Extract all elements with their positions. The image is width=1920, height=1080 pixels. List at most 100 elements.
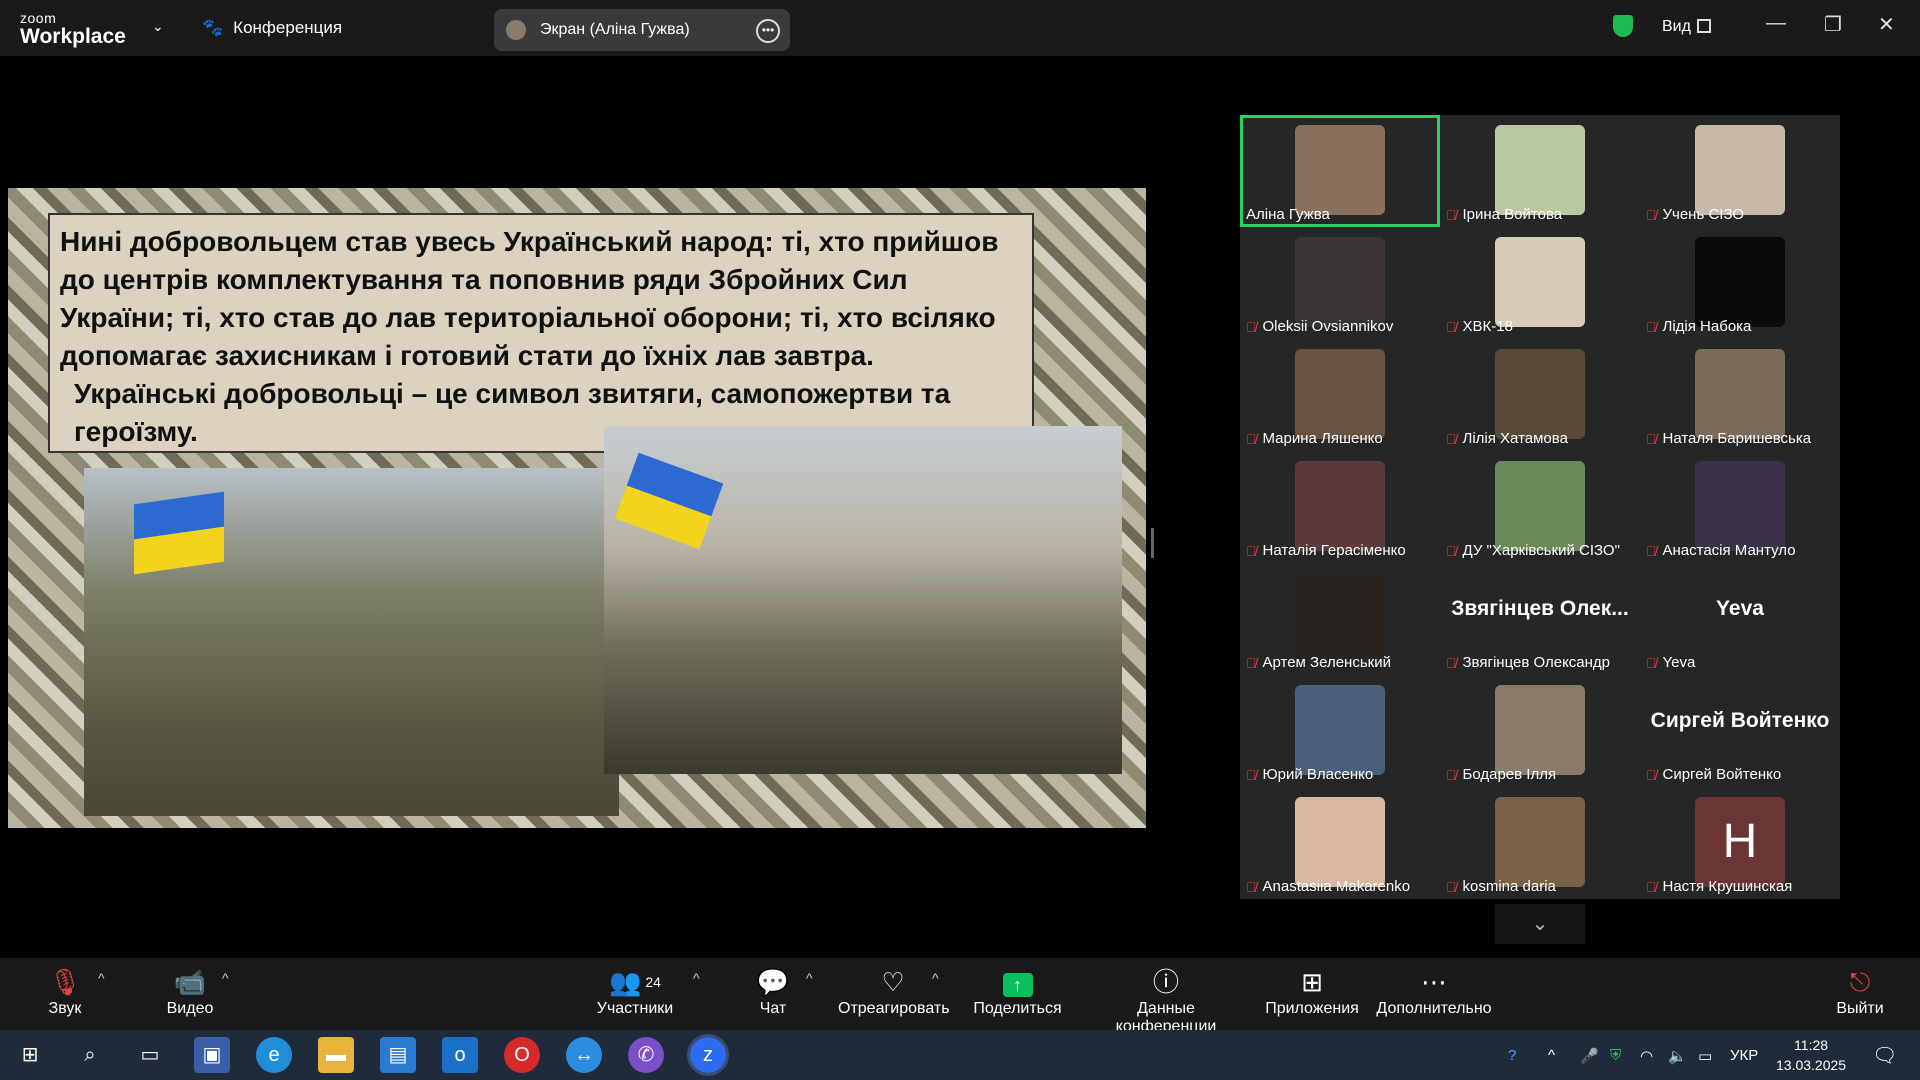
participant-tile[interactable]: 🎙̸ Юрий Власенко [1240, 675, 1440, 787]
participant-name-label: 🎙̸ Звягінцев Олександр [1446, 654, 1610, 671]
wifi-icon[interactable]: ◠ [1640, 1047, 1653, 1065]
participant-tile[interactable]: Звягінцев Олек... 🎙̸ Звягінцев Олександр [1440, 563, 1640, 675]
mic-muted-icon: 🎙̸ [1446, 318, 1457, 335]
react-label: Отреагировать [838, 1000, 950, 1017]
volunteers-photo [604, 426, 1122, 774]
zoom-taskbar-icon[interactable]: z [687, 1034, 729, 1076]
participant-name-label: 🎙̸ Anastasiia Makarenko [1246, 878, 1410, 895]
edge-browser-icon[interactable]: e [256, 1037, 292, 1073]
windows-start-icon[interactable]: ⊞ [12, 1037, 48, 1073]
participant-tile[interactable]: 🎙̸ ХВК-18 [1440, 227, 1640, 339]
participant-name: Артем Зеленський [1262, 654, 1391, 671]
file-explorer-icon[interactable]: ▬ [318, 1037, 354, 1073]
participant-tile[interactable]: 🎙̸ Лідія Набока [1640, 227, 1840, 339]
search-icon[interactable]: ⌕ [72, 1037, 108, 1073]
participant-tile[interactable]: 🎙̸ Учень СІЗО [1640, 115, 1840, 227]
language-indicator[interactable]: УКР [1730, 1047, 1758, 1064]
participant-tile[interactable]: 🎙̸ Наталія Герасіменко [1240, 451, 1440, 563]
share-screen-button[interactable]: ↑ Поделиться [970, 964, 1065, 1018]
taskbar-clock[interactable]: 11:28 13.03.2025 [1776, 1035, 1846, 1075]
participant-name: Бодарев Ілля [1462, 766, 1557, 783]
participant-name-label: 🎙̸ Ірина Войтова [1446, 206, 1562, 223]
chevron-down-icon[interactable]: ⌄ [152, 18, 164, 35]
participant-video [1695, 349, 1785, 439]
participant-video [1495, 125, 1585, 215]
mic-muted-icon: 🎙̸ [1646, 206, 1657, 223]
participant-name-label: 🎙̸ Настя Крушинская [1646, 878, 1792, 895]
panel-splitter[interactable] [1151, 528, 1154, 558]
mic-muted-icon: 🎙̸ [1646, 878, 1657, 895]
participant-tile[interactable]: 🎙̸ ДУ "Харківський СІЗО" [1440, 451, 1640, 563]
help-icon[interactable]: ? [1508, 1047, 1516, 1064]
participant-tile[interactable]: 🎙̸ Артем Зеленський [1240, 563, 1440, 675]
mic-muted-icon: 🎙̸ [1446, 206, 1457, 223]
minimize-icon[interactable]: — [1766, 12, 1786, 35]
screen-share-pill[interactable]: Экран (Аліна Гужва) ••• [494, 9, 790, 51]
chat-button[interactable]: 💬 Чат [748, 964, 798, 1018]
participant-tile[interactable]: 🎙̸ Ірина Войтова [1440, 115, 1640, 227]
video-button[interactable]: 📹 Видео [155, 964, 225, 1018]
participant-name: Наталія Герасіменко [1262, 542, 1406, 559]
participant-name: Yeva [1662, 654, 1696, 671]
participant-video [1495, 349, 1585, 439]
mic-muted-icon: 🎙̸ [1246, 654, 1257, 671]
meeting-info-button[interactable]: ⓘ Данные конференции [1086, 964, 1246, 1036]
view-button[interactable]: Вид [1662, 18, 1691, 36]
participant-video [1495, 685, 1585, 775]
audio-label: Звук [48, 1000, 82, 1017]
outlook-icon[interactable]: o [442, 1037, 478, 1073]
more-icon: ⋯ [1421, 967, 1447, 997]
volume-icon[interactable]: 🔈 [1668, 1047, 1687, 1065]
store-icon[interactable]: ▤ [380, 1037, 416, 1073]
participant-name: Anastasiia Makarenko [1262, 878, 1411, 895]
participant-tile[interactable]: 🎙̸ Лілія Хатамова [1440, 339, 1640, 451]
viber-icon[interactable]: ✆ [628, 1037, 664, 1073]
notifications-icon[interactable]: 🗨 [1872, 1043, 1897, 1068]
security-shield-icon[interactable] [1613, 15, 1633, 37]
participant-tile[interactable]: 🎙̸ Бодарев Ілля [1440, 675, 1640, 787]
brand-small: zoom [20, 10, 57, 26]
participant-tile[interactable]: 🎙̸ Марина Ляшенко [1240, 339, 1440, 451]
battery-icon[interactable]: ▭ [1698, 1047, 1712, 1065]
participant-name-label: 🎙̸ Yeva [1646, 654, 1695, 671]
security-tray-icon[interactable]: ⛨ [1610, 1047, 1621, 1064]
participant-name-label: 🎙̸ Сиргей Войтенко [1646, 766, 1781, 783]
audio-button[interactable]: 🎙 Звук [40, 964, 90, 1018]
participant-tile[interactable]: Н 🎙̸ Настя Крушинская [1640, 787, 1840, 899]
clock-time: 11:28 [1794, 1037, 1829, 1053]
more-button[interactable]: ⋯ Дополнительно [1374, 964, 1494, 1018]
participant-name: Учень СІЗО [1662, 206, 1745, 223]
apps-icon: ⊞ [1301, 967, 1323, 997]
leave-button[interactable]: ⎋ Выйти [1830, 964, 1890, 1018]
app-icon-floppy[interactable]: ▣ [194, 1037, 230, 1073]
participant-display-name: Yeva [1716, 597, 1764, 620]
participant-tile[interactable]: 🎙̸ kosmina daria [1440, 787, 1640, 899]
meeting-menu[interactable]: 🐾 Конференция [202, 18, 342, 38]
participant-tile[interactable]: 🎙̸ Наталя Баришевська [1640, 339, 1840, 451]
participants-button[interactable]: 👥 24 Участники [595, 964, 675, 1018]
participant-tile[interactable]: 🎙̸ Anastasiia Makarenko [1240, 787, 1440, 899]
maximize-icon[interactable]: ❐ [1824, 12, 1842, 37]
participant-tile[interactable]: 🎙̸ Oleksii Ovsiannikov [1240, 227, 1440, 339]
participant-tile[interactable]: 🎙̸ Анастасія Мантуло [1640, 451, 1840, 563]
close-icon[interactable]: ✕ [1878, 12, 1895, 37]
participant-tile[interactable]: Yeva 🎙̸ Yeva [1640, 563, 1840, 675]
participant-tile[interactable]: Аліна Гужва [1240, 115, 1440, 227]
participant-name: Oleksii Ovsiannikov [1262, 318, 1394, 335]
tray-expand-icon[interactable]: ^ [1548, 1047, 1555, 1064]
opera-browser-icon[interactable]: O [504, 1037, 540, 1073]
mic-muted-icon: 🎙̸ [1446, 878, 1457, 895]
share-pill-label: Экран (Аліна Гужва) [540, 21, 690, 38]
grid-view-icon[interactable] [1697, 19, 1711, 33]
mic-muted-icon: 🎙̸ [1646, 318, 1657, 335]
task-view-icon[interactable]: ▭ [132, 1037, 168, 1073]
participant-name: Наталя Баришевська [1662, 430, 1812, 447]
teamviewer-icon[interactable]: ↔ [566, 1037, 602, 1073]
participants-label: Участники [596, 1000, 674, 1017]
participant-tile[interactable]: Сиргей Войтенко 🎙̸ Сиргей Войтенко [1640, 675, 1840, 787]
microphone-tray-icon[interactable]: 🎤 [1580, 1047, 1599, 1065]
apps-button[interactable]: ⊞ Приложения [1262, 964, 1362, 1018]
more-options-icon[interactable]: ••• [756, 19, 780, 43]
slide-paragraph-1: Нині добровольцем став увесь Український… [60, 226, 999, 371]
gallery-scroll-down-icon[interactable]: ⌄ [1495, 904, 1585, 944]
